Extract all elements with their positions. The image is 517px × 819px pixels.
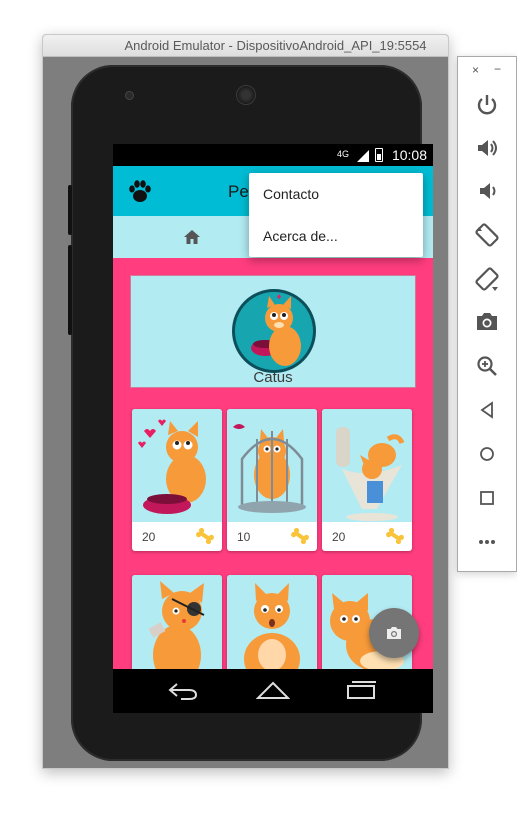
pet-bone-count: 20 xyxy=(142,530,156,544)
volume-down-icon[interactable] xyxy=(474,178,500,204)
paw-icon[interactable] xyxy=(127,178,153,204)
network-type-label: 4G xyxy=(336,149,349,159)
recents-icon[interactable] xyxy=(346,680,378,700)
phone-side-button xyxy=(68,185,72,235)
home-icon[interactable] xyxy=(183,228,201,246)
camera-fab-button[interactable] xyxy=(369,608,419,658)
cat-avatar-image xyxy=(251,294,301,366)
pet-card[interactable]: 20 xyxy=(132,409,222,551)
phone-side-button xyxy=(68,245,72,335)
home-nav-icon[interactable] xyxy=(256,681,290,701)
rotate-right-icon[interactable] xyxy=(474,266,500,292)
menu-item-contacto[interactable]: Contacto xyxy=(249,173,423,215)
camera-icon xyxy=(387,627,401,639)
emulator-window: Android Emulator - DispositivoAndroid_AP… xyxy=(42,34,449,769)
pet-image xyxy=(227,409,317,522)
screenshot-icon[interactable] xyxy=(474,309,500,335)
pet-image xyxy=(322,409,412,522)
speaker-grille xyxy=(236,85,256,105)
bone-icon[interactable] xyxy=(289,527,311,545)
zoom-icon[interactable] xyxy=(474,353,500,379)
rotate-left-icon[interactable] xyxy=(474,222,500,248)
close-window-button[interactable]: × xyxy=(472,63,479,77)
pet-bone-count: 20 xyxy=(332,530,346,544)
emulator-side-toolbar: × − xyxy=(457,56,517,572)
bone-icon[interactable] xyxy=(384,527,406,545)
emulator-title: Android Emulator - DispositivoAndroid_AP… xyxy=(124,38,427,53)
pet-bone-count: 10 xyxy=(237,530,251,544)
power-icon[interactable] xyxy=(474,91,500,117)
profile-card[interactable]: Catus xyxy=(130,275,416,388)
device-screen: 4G 10:08 Pe Catus 20 10 20 Contacto Acer… xyxy=(113,144,433,713)
bone-icon[interactable] xyxy=(194,527,216,545)
status-bar: 4G 10:08 xyxy=(113,144,433,166)
back-icon[interactable] xyxy=(474,397,500,423)
minimize-window-button[interactable]: − xyxy=(494,62,501,76)
home-icon[interactable] xyxy=(474,441,500,467)
signal-icon xyxy=(357,150,369,162)
emulator-title-bar[interactable]: Android Emulator - DispositivoAndroid_AP… xyxy=(43,35,448,57)
more-icon[interactable] xyxy=(474,529,500,555)
overview-icon[interactable] xyxy=(474,485,500,511)
app-title: Pe xyxy=(228,182,249,201)
pet-image xyxy=(132,409,222,522)
status-clock: 10:08 xyxy=(391,147,427,163)
overflow-menu: Contacto Acerca de... xyxy=(249,173,423,257)
profile-name: Catus xyxy=(253,369,293,386)
battery-icon xyxy=(375,148,383,162)
pet-card[interactable]: 20 xyxy=(322,409,412,551)
pet-card[interactable]: 10 xyxy=(227,409,317,551)
back-icon[interactable] xyxy=(167,681,199,701)
menu-item-acerca-de[interactable]: Acerca de... xyxy=(249,215,423,257)
volume-up-icon[interactable] xyxy=(474,135,500,161)
phone-frame: 4G 10:08 Pe Catus 20 10 20 Contacto Acer… xyxy=(68,65,433,761)
system-nav-bar xyxy=(113,669,433,713)
front-camera xyxy=(125,91,134,100)
profile-avatar xyxy=(232,289,316,373)
